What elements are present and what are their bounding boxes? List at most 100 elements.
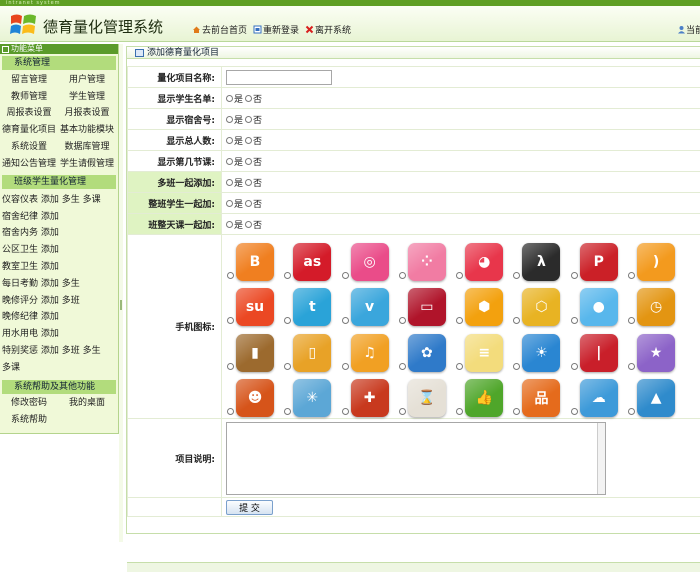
sidebar-class-item[interactable]: 教室卫生 添加 <box>0 259 118 276</box>
icon-radio[interactable] <box>571 317 578 324</box>
pumpkin-icon[interactable]: ☻ <box>236 379 274 417</box>
sidebar-class-item[interactable]: 每日考勤 添加 多生 <box>0 276 118 293</box>
sidebar-class-item[interactable]: 宿舍纪律 添加 <box>0 209 118 226</box>
org-chart-icon[interactable]: 品 <box>522 379 560 417</box>
option-no[interactable]: 否 <box>245 92 262 105</box>
icon-choice[interactable]: 品 <box>513 379 570 417</box>
icon-choice[interactable]: | <box>571 334 628 372</box>
sidebar-item[interactable]: 德育量化项目 <box>0 122 58 135</box>
icon-choice[interactable]: ♫ <box>342 334 399 372</box>
light-rays-icon[interactable]: | <box>580 334 618 372</box>
icon-radio[interactable] <box>342 363 349 370</box>
icon-choice[interactable]: ▲ <box>628 379 685 417</box>
radio-device-icon[interactable]: ▭ <box>408 288 446 326</box>
icon-choice[interactable]: t <box>284 288 341 326</box>
icon-choice[interactable]: 👍 <box>456 379 513 417</box>
icon-choice[interactable]: ⌛ <box>399 379 456 417</box>
radio-yes[interactable] <box>226 200 233 207</box>
icon-radio[interactable] <box>456 363 463 370</box>
icon-radio[interactable] <box>513 363 520 370</box>
sidebar-item[interactable]: 月报表设置 <box>58 105 116 118</box>
icon-choice[interactable]: ◕ <box>456 243 513 281</box>
icon-choice[interactable]: ☀ <box>513 334 570 372</box>
icon-radio[interactable] <box>227 363 234 370</box>
icon-radio[interactable] <box>571 408 578 415</box>
icon-radio[interactable] <box>284 363 291 370</box>
icon-radio[interactable] <box>227 272 234 279</box>
lambda-icon[interactable]: λ <box>522 243 560 281</box>
icon-radio[interactable] <box>399 408 406 415</box>
radio-no[interactable] <box>245 200 252 207</box>
dots-grid-icon[interactable]: ⁘ <box>408 243 446 281</box>
option-yes[interactable]: 是 <box>226 218 243 231</box>
weather-sun-icon[interactable]: ☀ <box>522 334 560 372</box>
icon-radio[interactable] <box>227 408 234 415</box>
sidebar-class-item[interactable]: 特别奖惩 添加 多班 多生 <box>0 343 118 360</box>
sidebar-item[interactable]: 用户管理 <box>58 72 116 85</box>
honeycomb-icon[interactable]: ⬡ <box>522 288 560 326</box>
sidebar-class-item[interactable]: 晚修评分 添加 多班 <box>0 293 118 310</box>
icon-choice[interactable]: ☁ <box>571 379 628 417</box>
radio-yes[interactable] <box>226 95 233 102</box>
icon-choice[interactable]: ◎ <box>342 243 399 281</box>
camera-icon[interactable]: ● <box>580 288 618 326</box>
lastfm-icon[interactable]: as <box>293 243 331 281</box>
sidebar-class-item[interactable]: 仪容仪表 添加 多生 多课 <box>0 192 118 209</box>
icon-radio[interactable] <box>399 363 406 370</box>
sidebar-splitter[interactable] <box>119 44 123 542</box>
address-book-icon[interactable]: ▮ <box>236 334 274 372</box>
option-no[interactable]: 否 <box>245 113 262 126</box>
icon-radio[interactable] <box>456 272 463 279</box>
option-no[interactable]: 否 <box>245 134 262 147</box>
icon-radio[interactable] <box>628 408 635 415</box>
relogin-link[interactable]: 重新登录 <box>253 23 299 36</box>
sidebar-item[interactable]: 留言管理 <box>0 72 58 85</box>
icon-choice[interactable]: ✿ <box>399 334 456 372</box>
option-yes[interactable]: 是 <box>226 176 243 189</box>
stars-icon[interactable]: ★ <box>637 334 675 372</box>
radio-yes[interactable] <box>226 179 233 186</box>
clock-icon[interactable]: ◷ <box>637 288 675 326</box>
option-yes[interactable]: 是 <box>226 113 243 126</box>
radio-no[interactable] <box>245 95 252 102</box>
icon-radio[interactable] <box>284 317 291 324</box>
sidebar-item[interactable]: 教师管理 <box>0 89 58 102</box>
submit-button[interactable]: 提 交 <box>226 500 273 515</box>
sidebar-class-item[interactable]: 公区卫生 添加 <box>0 242 118 259</box>
radio-no[interactable] <box>245 158 252 165</box>
icon-choice[interactable]: ⁘ <box>399 243 456 281</box>
icon-choice[interactable]: ⬡ <box>513 288 570 326</box>
icon-choice[interactable]: P <box>571 243 628 281</box>
sidebar-class-item[interactable]: 多课 <box>0 360 118 377</box>
icon-choice[interactable]: ) <box>628 243 685 281</box>
option-yes[interactable]: 是 <box>226 197 243 210</box>
icon-choice[interactable]: ▮ <box>227 334 284 372</box>
icon-radio[interactable] <box>628 272 635 279</box>
icon-radio[interactable] <box>399 272 406 279</box>
icon-radio[interactable] <box>342 408 349 415</box>
pacman-icon[interactable]: ◕ <box>465 243 503 281</box>
icon-choice[interactable]: ≡ <box>456 334 513 372</box>
sidebar-item[interactable]: 修改密码 <box>0 395 58 408</box>
option-no[interactable]: 否 <box>245 176 262 189</box>
pinterest-icon[interactable]: P <box>580 243 618 281</box>
sidebar-item[interactable]: 通知公告管理 <box>0 156 58 169</box>
icon-radio[interactable] <box>513 317 520 324</box>
sidebar-class-item[interactable]: 晚修纪律 添加 <box>0 309 118 326</box>
option-no[interactable]: 否 <box>245 155 262 168</box>
icon-choice[interactable]: ✚ <box>342 379 399 417</box>
icon-radio[interactable] <box>571 363 578 370</box>
radio-no[interactable] <box>245 137 252 144</box>
icon-choice[interactable]: ● <box>571 288 628 326</box>
icon-choice[interactable]: ☻ <box>227 379 284 417</box>
icon-radio[interactable] <box>342 272 349 279</box>
sidebar-group-help[interactable]: 系统帮助及其他功能 <box>2 380 116 394</box>
icon-choice[interactable]: ★ <box>628 334 685 372</box>
cloud-sun-icon[interactable]: ☁ <box>580 379 618 417</box>
vimeo-icon[interactable]: v <box>351 288 389 326</box>
icon-radio[interactable] <box>284 272 291 279</box>
sidebar-group-class[interactable]: 班级学生量化管理 <box>2 175 116 189</box>
stumbleupon-icon[interactable]: su <box>236 288 274 326</box>
radio-yes[interactable] <box>226 116 233 123</box>
notepad-icon[interactable]: ≡ <box>465 334 503 372</box>
